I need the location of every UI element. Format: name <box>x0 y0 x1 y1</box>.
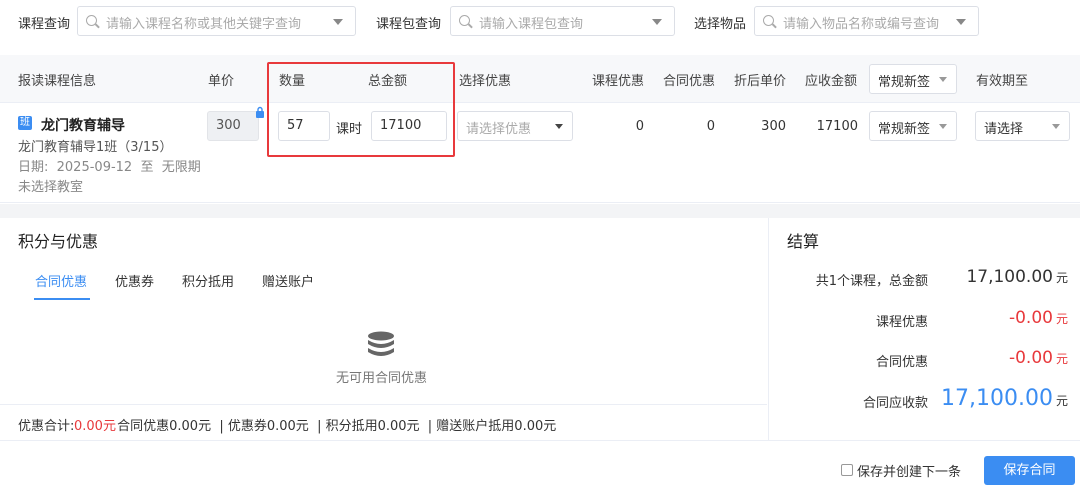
tab-points[interactable]: 积分抵用 <box>182 271 234 290</box>
unit: 元 <box>1055 394 1068 408</box>
contract-receivable-amount: 17,100.00 元 <box>941 386 1068 411</box>
course-discount-amount-value: -0.00 <box>1008 308 1053 328</box>
discount-placeholder: 请选择优惠 <box>466 122 532 137</box>
chevron-down-icon <box>555 124 563 129</box>
valid-until-select[interactable]: 请选择 <box>975 111 1070 141</box>
chevron-down-icon <box>1052 124 1060 129</box>
valid-until-value: 请选择 <box>984 122 1024 137</box>
database-icon <box>366 330 396 364</box>
class-badge: 班 <box>18 116 32 130</box>
contract-discount-label: 合同优惠 <box>875 355 928 370</box>
contract-receivable-value: 17,100.00 <box>941 386 1053 411</box>
unit-price-value: 300 <box>216 118 241 133</box>
chevron-down-icon <box>939 124 947 129</box>
receivable-value: 17100 <box>816 119 858 134</box>
total-label: 共1个课程，总金额 <box>815 274 928 289</box>
tab-gift-account[interactable]: 赠送账户 <box>262 271 314 290</box>
sign-type-header-value: 常规新签 <box>878 75 931 90</box>
search-icon <box>459 15 470 26</box>
active-tab-indicator <box>34 298 90 300</box>
table-row: 班 龙门教育辅导 龙门教育辅导1班（3/15） 日期: 2025-09-12 至… <box>0 103 1080 203</box>
points-discount-panel: 积分与优惠 合同优惠 优惠券 积分抵用 赠送账户 无可用合同优惠 优惠合计: 0… <box>0 218 767 440</box>
course-search-placeholder: 请输入课程名称或其他关键字查询 <box>106 17 302 32</box>
contract-discount-amount: -0.00 元 <box>1009 348 1068 368</box>
unit: 元 <box>1055 312 1068 326</box>
search-icon <box>86 15 97 26</box>
course-discount-value: 0 <box>635 119 644 134</box>
discounted-price-value: 300 <box>761 119 786 134</box>
course-date: 日期: 2025-09-12 至 无限期 <box>18 160 201 175</box>
course-discount-amount: -0.00 元 <box>1009 308 1068 328</box>
summary-amount: 0.00元 <box>74 419 116 434</box>
class-name: 龙门教育辅导1班（3/15） <box>18 140 173 155</box>
course-search-input[interactable]: 请输入课程名称或其他关键字查询 <box>77 6 356 36</box>
sign-type-value: 常规新签 <box>878 122 931 137</box>
search-bar: 课程查询 请输入课程名称或其他关键字查询 课程包查询 请输入课程包查询 选择物品… <box>0 0 1080 44</box>
header-receivable: 应收金额 <box>805 74 858 89</box>
course-room: 未选择教室 <box>18 180 84 195</box>
save-and-new-label[interactable]: 保存并创建下一条 <box>857 461 961 480</box>
unit: 元 <box>1055 271 1068 285</box>
package-search-placeholder: 请输入课程包查询 <box>479 17 584 32</box>
item-search-label: 选择物品 <box>694 17 747 32</box>
tab-contract-discount[interactable]: 合同优惠 <box>35 271 87 290</box>
unit-price-field: 300 <box>207 111 259 141</box>
discount-select[interactable]: 请选择优惠 <box>457 111 573 141</box>
search-icon <box>763 15 774 26</box>
summary-breakdown: 合同优惠0.00元 | 优惠券0.00元 | 积分抵用0.00元 | 赠送账户抵… <box>113 419 557 434</box>
discount-summary: 优惠合计: 0.00元 合同优惠0.00元 | 优惠券0.00元 | 积分抵用0… <box>0 404 767 440</box>
contract-receivable-label: 合同应收款 <box>862 396 928 411</box>
chevron-down-icon[interactable] <box>333 19 343 25</box>
chevron-down-icon <box>939 77 947 82</box>
unit: 元 <box>1055 352 1068 366</box>
total-amount: 17,100.00 元 <box>966 267 1068 287</box>
chevron-down-icon[interactable] <box>956 19 966 25</box>
header-discount-select: 选择优惠 <box>459 74 512 89</box>
course-discount-label: 课程优惠 <box>875 315 928 330</box>
sign-type-header-select[interactable]: 常规新签 <box>869 64 957 94</box>
header-valid-until: 有效期至 <box>976 74 1029 89</box>
tab-coupon[interactable]: 优惠券 <box>115 271 154 290</box>
item-search-placeholder: 请输入物品名称或编号查询 <box>783 17 940 32</box>
contract-discount-amount-value: -0.00 <box>1008 348 1053 368</box>
total-amount-value: 17,100.00 <box>966 267 1053 287</box>
settlement-panel: 结算 共1个课程，总金额 17,100.00 元 课程优惠 -0.00 元 合同优惠… <box>768 218 1080 440</box>
package-search-label: 课程包查询 <box>376 17 442 32</box>
settlement-title: 结算 <box>787 232 820 251</box>
contract-discount-value: 0 <box>706 119 715 134</box>
item-search-input[interactable]: 请输入物品名称或编号查询 <box>754 6 979 36</box>
points-title: 积分与优惠 <box>18 232 99 251</box>
package-search-input[interactable]: 请输入课程包查询 <box>450 6 675 36</box>
quantity-total-highlight <box>267 62 455 157</box>
chevron-down-icon[interactable] <box>652 19 662 25</box>
course-name: 龙门教育辅导 <box>41 118 125 134</box>
header-course-info: 报读课程信息 <box>18 74 97 89</box>
section-divider <box>0 204 1080 218</box>
sign-type-select[interactable]: 常规新签 <box>869 111 957 141</box>
header-discounted-price: 折后单价 <box>734 74 787 89</box>
header-contract-discount: 合同优惠 <box>663 74 716 89</box>
course-search-label: 课程查询 <box>18 17 71 32</box>
save-and-new-checkbox[interactable] <box>841 464 853 476</box>
header-course-discount: 课程优惠 <box>592 74 645 89</box>
table-header: 报读课程信息 单价 数量 总金额 选择优惠 课程优惠 合同优惠 折后单价 应收金… <box>0 55 1080 103</box>
header-unit-price: 单价 <box>208 74 235 89</box>
save-contract-button[interactable]: 保存合同 <box>984 456 1075 485</box>
lock-icon <box>255 106 265 122</box>
summary-prefix: 优惠合计: <box>18 419 75 434</box>
empty-text: 无可用合同优惠 <box>336 371 428 386</box>
